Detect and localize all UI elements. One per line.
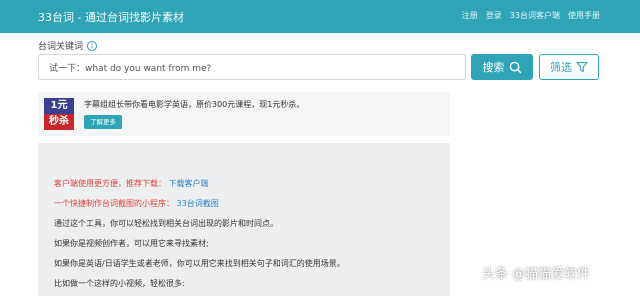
nav-login-link[interactable]: 登录 xyxy=(486,10,502,21)
watermark-text: 头条 @猫猫爱软件 xyxy=(482,267,591,282)
mini-program-line: 一个快捷制作台词截图的小程序： 33台词截图 xyxy=(54,198,219,209)
download-client-link[interactable]: 下载客户端 xyxy=(169,179,209,188)
promo-text: 字幕组组长带你看电影学英语，原价300元课程，现1元秒杀。 xyxy=(84,100,305,109)
search-button-label: 搜索 xyxy=(482,61,505,74)
keyword-label-row: 台词关键词 i xyxy=(38,39,98,52)
search-input[interactable] xyxy=(38,54,466,80)
filter-icon xyxy=(576,61,588,73)
keyword-label: 台词关键词 xyxy=(38,42,84,52)
search-button[interactable]: 搜索 xyxy=(471,54,533,80)
nav-register-link[interactable]: 注册 xyxy=(462,10,478,21)
intro-paragraph-3: 如果你是英语/日语学生或者老师，你可以用它来找到相关句子和词汇的使用场景。 xyxy=(54,259,345,268)
intro-paragraph-4: 比如做一个这样的小视频，轻松很多: xyxy=(54,279,185,288)
promo-badge: 1元 秒杀 xyxy=(44,98,74,130)
mini-program-link[interactable]: 33台词截图 xyxy=(177,199,219,208)
intro-paragraph-2: 如果你是视频创作者，可以用它来寻找素材; xyxy=(54,239,209,248)
mini-program-prefix: 一个快捷制作台词截图的小程序： xyxy=(54,199,174,208)
nav-client-link[interactable]: 33台词客户端 xyxy=(510,10,560,21)
client-line: 客户端使用更方便，推荐下载： 下载客户端 xyxy=(54,178,209,189)
promo-banner: 1元 秒杀 字幕组组长带你看电影学英语，原价300元课程，现1元秒杀。 了解更多 xyxy=(38,92,450,136)
filter-button[interactable]: 筛选 xyxy=(539,54,599,80)
intro-panel: 客户端使用更方便，推荐下载： 下载客户端 一个快捷制作台词截图的小程序： 33台… xyxy=(38,143,450,296)
client-prefix: 客户端使用更方便，推荐下载： xyxy=(54,179,166,188)
promo-badge-top: 1元 xyxy=(50,100,68,111)
search-icon xyxy=(509,61,522,74)
nav-manual-link[interactable]: 使用手册 xyxy=(568,10,600,21)
info-icon[interactable]: i xyxy=(87,40,98,51)
filter-button-label: 筛选 xyxy=(550,61,572,74)
top-navbar: 33台词 - 通过台词找影片素材 注册 登录 33台词客户端 使用手册 xyxy=(0,0,640,33)
promo-badge-bottom: 秒杀 xyxy=(49,116,69,127)
nav-links: 注册 登录 33台词客户端 使用手册 xyxy=(462,10,600,21)
site-title[interactable]: 33台词 - 通过台词找影片素材 xyxy=(38,9,184,25)
promo-learn-more-button[interactable]: 了解更多 xyxy=(84,115,122,129)
intro-paragraph-1: 通过这个工具，你可以轻松找到相关台词出现的影片和时间点。 xyxy=(54,219,278,228)
